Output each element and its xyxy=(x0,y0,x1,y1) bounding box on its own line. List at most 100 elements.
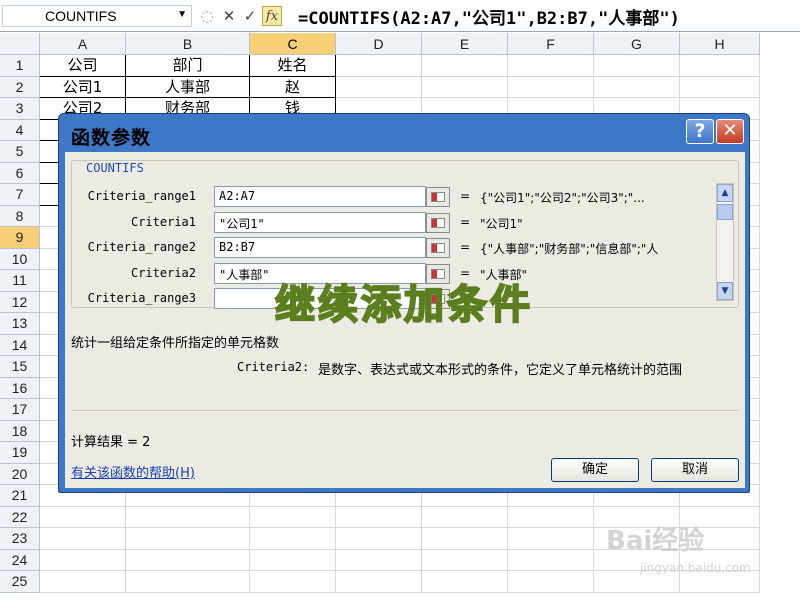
cell-f2[interactable] xyxy=(508,76,594,98)
more-icon[interactable]: ◌ xyxy=(198,6,216,26)
cancel-entry-icon[interactable]: ✕ xyxy=(220,6,238,26)
cell-e1[interactable] xyxy=(422,55,508,77)
cell-a25[interactable] xyxy=(40,571,126,593)
cell-a22[interactable] xyxy=(40,506,126,528)
cell-e2[interactable] xyxy=(422,76,508,98)
row-header-16[interactable]: 16 xyxy=(0,377,40,399)
cell-c23[interactable] xyxy=(250,528,336,550)
row-header-8[interactable]: 8 xyxy=(0,205,40,227)
cell-a24[interactable] xyxy=(40,549,126,571)
cell-d24[interactable] xyxy=(336,549,422,571)
formula-result: 计算结果 = 2 xyxy=(71,435,151,450)
cell-c24[interactable] xyxy=(250,549,336,571)
cell-a1[interactable]: 公司 xyxy=(40,55,126,77)
column-header-f[interactable]: F xyxy=(508,33,594,55)
insert-function-button[interactable]: fx xyxy=(262,6,282,26)
row-header-3[interactable]: 3 xyxy=(0,98,40,120)
row-header-2[interactable]: 2 xyxy=(0,76,40,98)
scroll-thumb[interactable] xyxy=(717,204,733,220)
cell-b22[interactable] xyxy=(126,506,250,528)
cell-c25[interactable] xyxy=(250,571,336,593)
row-header-7[interactable]: 7 xyxy=(0,184,40,206)
collapse-dialog-icon[interactable] xyxy=(426,187,450,207)
cancel-button[interactable]: 取消 xyxy=(651,458,739,482)
row-header-5[interactable]: 5 xyxy=(0,141,40,163)
close-button[interactable]: ✕ xyxy=(716,119,744,144)
argument-input[interactable]: "公司1" xyxy=(214,211,426,233)
arguments-scrollbar[interactable]: ▲ ▼ xyxy=(716,183,734,301)
cell-d1[interactable] xyxy=(336,55,422,77)
cell-e23[interactable] xyxy=(422,528,508,550)
row-header-11[interactable]: 11 xyxy=(0,270,40,292)
cell-h1[interactable] xyxy=(680,55,760,77)
name-box[interactable]: COUNTIFS ▼ xyxy=(2,5,192,27)
row-header-21[interactable]: 21 xyxy=(0,485,40,507)
column-header-a[interactable]: A xyxy=(40,33,126,55)
ok-button[interactable]: 确定 xyxy=(551,458,639,482)
dialog-title: 函数参数 xyxy=(71,127,152,149)
function-description: 统计一组给定条件所指定的单元格数 xyxy=(71,336,280,351)
row-header-13[interactable]: 13 xyxy=(0,313,40,335)
cell-f1[interactable] xyxy=(508,55,594,77)
cell-d2[interactable] xyxy=(336,76,422,98)
cell-f25[interactable] xyxy=(508,571,594,593)
cell-f22[interactable] xyxy=(508,506,594,528)
cell-a23[interactable] xyxy=(40,528,126,550)
row-header-23[interactable]: 23 xyxy=(0,528,40,550)
collapse-dialog-icon[interactable] xyxy=(426,212,450,233)
row-header-14[interactable]: 14 xyxy=(0,334,40,356)
cell-b2[interactable]: 人事部 xyxy=(126,76,250,98)
instruction-overlay: 继续添加条件 xyxy=(274,281,533,329)
column-header-h[interactable]: H xyxy=(680,33,760,55)
cell-d25[interactable] xyxy=(336,571,422,593)
cell-e24[interactable] xyxy=(422,549,508,571)
row-header-6[interactable]: 6 xyxy=(0,162,40,184)
row-header-15[interactable]: 15 xyxy=(0,356,40,378)
argument-input[interactable]: A2:A7 xyxy=(214,186,426,207)
cell-g1[interactable] xyxy=(594,55,680,77)
cell-b1[interactable]: 部门 xyxy=(126,55,250,77)
function-help-link[interactable]: 有关该函数的帮助(H) xyxy=(71,462,195,481)
cell-d23[interactable] xyxy=(336,528,422,550)
column-header-b[interactable]: B xyxy=(126,33,250,55)
row-header-19[interactable]: 19 xyxy=(0,442,40,464)
cell-b24[interactable] xyxy=(126,549,250,571)
cell-c1[interactable]: 姓名 xyxy=(250,55,336,77)
column-header-d[interactable]: D xyxy=(336,33,422,55)
chevron-down-icon[interactable]: ▼ xyxy=(177,9,187,20)
cell-f23[interactable] xyxy=(508,528,594,550)
cell-e25[interactable] xyxy=(422,571,508,593)
column-header-e[interactable]: E xyxy=(422,33,508,55)
row-header-12[interactable]: 12 xyxy=(0,291,40,313)
column-header-c[interactable]: C xyxy=(250,33,336,55)
confirm-entry-icon[interactable]: ✓ xyxy=(241,6,259,26)
row-header-22[interactable]: 22 xyxy=(0,506,40,528)
scroll-down-icon[interactable]: ▼ xyxy=(717,282,733,300)
row-header-10[interactable]: 10 xyxy=(0,248,40,270)
cell-f24[interactable] xyxy=(508,549,594,571)
row-header-4[interactable]: 4 xyxy=(0,119,40,141)
row-header-24[interactable]: 24 xyxy=(0,549,40,571)
argument-input[interactable]: B2:B7 xyxy=(214,237,426,258)
scroll-up-icon[interactable]: ▲ xyxy=(717,184,733,202)
cell-g2[interactable] xyxy=(594,76,680,98)
cell-b23[interactable] xyxy=(126,528,250,550)
help-button[interactable]: ? xyxy=(686,119,714,144)
collapse-dialog-icon[interactable] xyxy=(426,238,450,258)
cell-b25[interactable] xyxy=(126,571,250,593)
formula-input[interactable]: =COUNTIFS(A2:A7,"公司1",B2:B7,"人事部") xyxy=(298,4,680,29)
cell-d22[interactable] xyxy=(336,506,422,528)
cell-c22[interactable] xyxy=(250,506,336,528)
row-header-18[interactable]: 18 xyxy=(0,420,40,442)
select-all-corner[interactable] xyxy=(0,33,40,55)
row-header-25[interactable]: 25 xyxy=(0,571,40,593)
cell-c2[interactable]: 赵 xyxy=(250,76,336,98)
cell-h2[interactable] xyxy=(680,76,760,98)
cell-a2[interactable]: 公司1 xyxy=(40,76,126,98)
cell-e22[interactable] xyxy=(422,506,508,528)
row-header-9[interactable]: 9 xyxy=(0,227,40,249)
row-header-20[interactable]: 20 xyxy=(0,463,40,485)
column-header-g[interactable]: G xyxy=(594,33,680,55)
row-header-1[interactable]: 1 xyxy=(0,55,40,77)
row-header-17[interactable]: 17 xyxy=(0,399,40,421)
